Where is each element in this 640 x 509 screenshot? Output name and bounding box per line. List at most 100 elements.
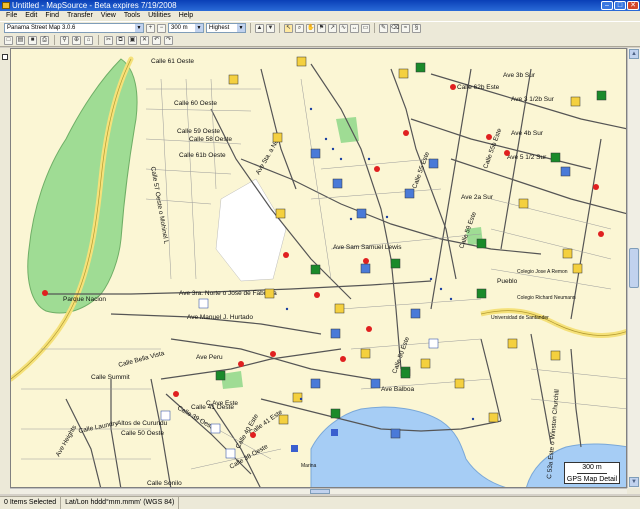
track-show-icon[interactable]: §: [412, 23, 421, 33]
bank-icon[interactable]: [400, 368, 411, 379]
traffic-light-icon[interactable]: [374, 166, 380, 172]
restaurant-icon[interactable]: [454, 378, 465, 389]
hotel-icon[interactable]: [360, 263, 371, 274]
scroll-down-icon[interactable]: ▼: [629, 477, 639, 487]
cut-icon[interactable]: ✂: [104, 35, 113, 45]
traffic-light-icon[interactable]: [314, 292, 320, 298]
find-nearby-icon[interactable]: ⊕: [72, 35, 81, 45]
shopping-icon[interactable]: [215, 370, 226, 381]
traffic-light-icon[interactable]: [504, 150, 510, 156]
traffic-light-icon[interactable]: [42, 290, 48, 296]
restaurant-icon[interactable]: [278, 414, 289, 425]
marina-icon[interactable]: [331, 429, 338, 436]
traffic-light-icon[interactable]: [366, 326, 372, 332]
map-tool-icon[interactable]: ▭: [361, 23, 370, 33]
distance-tool-icon[interactable]: ↔: [350, 23, 359, 33]
hospital-icon[interactable]: [225, 448, 236, 459]
route-tool-icon[interactable]: ↗: [328, 23, 337, 33]
menu-utilities[interactable]: Utilities: [144, 11, 175, 21]
traffic-light-icon[interactable]: [598, 231, 604, 237]
send-to-device-icon[interactable]: ▲: [255, 23, 264, 33]
menu-view[interactable]: View: [97, 11, 120, 21]
scroll-up-icon[interactable]: ▲: [629, 49, 639, 59]
zoom-select[interactable]: 300 m ▼: [168, 23, 204, 33]
shopping-icon[interactable]: [476, 238, 487, 249]
undo-icon[interactable]: ↶: [152, 35, 161, 45]
restaurant-icon[interactable]: [275, 208, 286, 219]
hotel-icon[interactable]: [560, 166, 571, 177]
find-icon[interactable]: ⚲: [60, 35, 69, 45]
new-file-icon[interactable]: □: [4, 35, 13, 45]
menu-help[interactable]: Help: [175, 11, 197, 21]
menu-tools[interactable]: Tools: [120, 11, 144, 21]
hotel-icon[interactable]: [390, 428, 401, 439]
redo-icon[interactable]: ↷: [164, 35, 173, 45]
hospital-icon[interactable]: [428, 338, 439, 349]
restaurant-icon[interactable]: [550, 350, 561, 361]
pane-toggle-icon[interactable]: [2, 54, 8, 60]
track-tool-icon[interactable]: ∿: [339, 23, 348, 33]
traffic-light-icon[interactable]: [173, 391, 179, 397]
shopping-icon[interactable]: [550, 152, 561, 163]
paste-icon[interactable]: ▣: [128, 35, 137, 45]
zoom-out-icon[interactable]: −: [157, 23, 166, 33]
traffic-light-icon[interactable]: [450, 84, 456, 90]
traffic-light-icon[interactable]: [403, 130, 409, 136]
find-address-icon[interactable]: ⌂: [84, 35, 93, 45]
waypoint-tool-icon[interactable]: ⚑: [317, 23, 326, 33]
map-canvas[interactable]: Calle 61 Oeste Calle 60 Oeste Calle 59 O…: [11, 49, 627, 488]
bank-icon[interactable]: [476, 288, 487, 299]
hotel-icon[interactable]: [370, 378, 381, 389]
menu-file[interactable]: File: [2, 11, 21, 21]
traffic-light-icon[interactable]: [283, 252, 289, 258]
restaurant-icon[interactable]: [518, 198, 529, 209]
horizontal-scrollbar[interactable]: [10, 488, 627, 494]
draw-tool-icon[interactable]: ✎: [379, 23, 388, 33]
detail-select[interactable]: Highest ▼: [206, 23, 246, 33]
restaurant-icon[interactable]: [228, 74, 239, 85]
save-file-icon[interactable]: ■: [28, 35, 37, 45]
hotel-icon[interactable]: [428, 158, 439, 169]
select-tool-icon[interactable]: ↖: [284, 23, 293, 33]
traffic-light-icon[interactable]: [250, 432, 256, 438]
scroll-thumb[interactable]: [310, 489, 330, 494]
traffic-light-icon[interactable]: [486, 134, 492, 140]
hotel-icon[interactable]: [330, 328, 341, 339]
hospital-icon[interactable]: [210, 423, 221, 434]
zoom-tool-icon[interactable]: ⌕: [295, 23, 304, 33]
route-show-icon[interactable]: ≈: [401, 23, 410, 33]
traffic-light-icon[interactable]: [238, 361, 244, 367]
open-file-icon[interactable]: ▤: [16, 35, 25, 45]
traffic-light-icon[interactable]: [363, 258, 369, 264]
marina-icon[interactable]: [291, 445, 298, 452]
restaurant-icon[interactable]: [296, 56, 307, 67]
hand-tool-icon[interactable]: ✋: [306, 23, 315, 33]
menu-find[interactable]: Find: [41, 11, 63, 21]
restaurant-icon[interactable]: [572, 263, 583, 274]
scroll-thumb[interactable]: [629, 248, 639, 288]
menu-transfer[interactable]: Transfer: [63, 11, 97, 21]
restaurant-icon[interactable]: [562, 248, 573, 259]
hotel-icon[interactable]: [356, 208, 367, 219]
erase-tool-icon[interactable]: ⌫: [390, 23, 399, 33]
receive-from-device-icon[interactable]: ▼: [266, 23, 275, 33]
maximize-button[interactable]: □: [614, 1, 626, 10]
menu-edit[interactable]: Edit: [21, 11, 41, 21]
bank-icon[interactable]: [390, 258, 401, 269]
vertical-scrollbar[interactable]: ▲ ▼: [627, 48, 640, 488]
zoom-in-icon[interactable]: +: [146, 23, 155, 33]
restaurant-icon[interactable]: [272, 132, 283, 143]
hotel-icon[interactable]: [332, 178, 343, 189]
product-select[interactable]: Panama Street Map 3.0.6 ▼: [4, 23, 144, 33]
restaurant-icon[interactable]: [420, 358, 431, 369]
hotel-icon[interactable]: [310, 148, 321, 159]
traffic-light-icon[interactable]: [270, 351, 276, 357]
restaurant-icon[interactable]: [334, 303, 345, 314]
hotel-icon[interactable]: [310, 378, 321, 389]
print-icon[interactable]: ⎙: [40, 35, 49, 45]
traffic-light-icon[interactable]: [593, 184, 599, 190]
hospital-icon[interactable]: [160, 410, 171, 421]
hotel-icon[interactable]: [404, 188, 415, 199]
restaurant-icon[interactable]: [398, 68, 409, 79]
delete-icon[interactable]: ✕: [140, 35, 149, 45]
